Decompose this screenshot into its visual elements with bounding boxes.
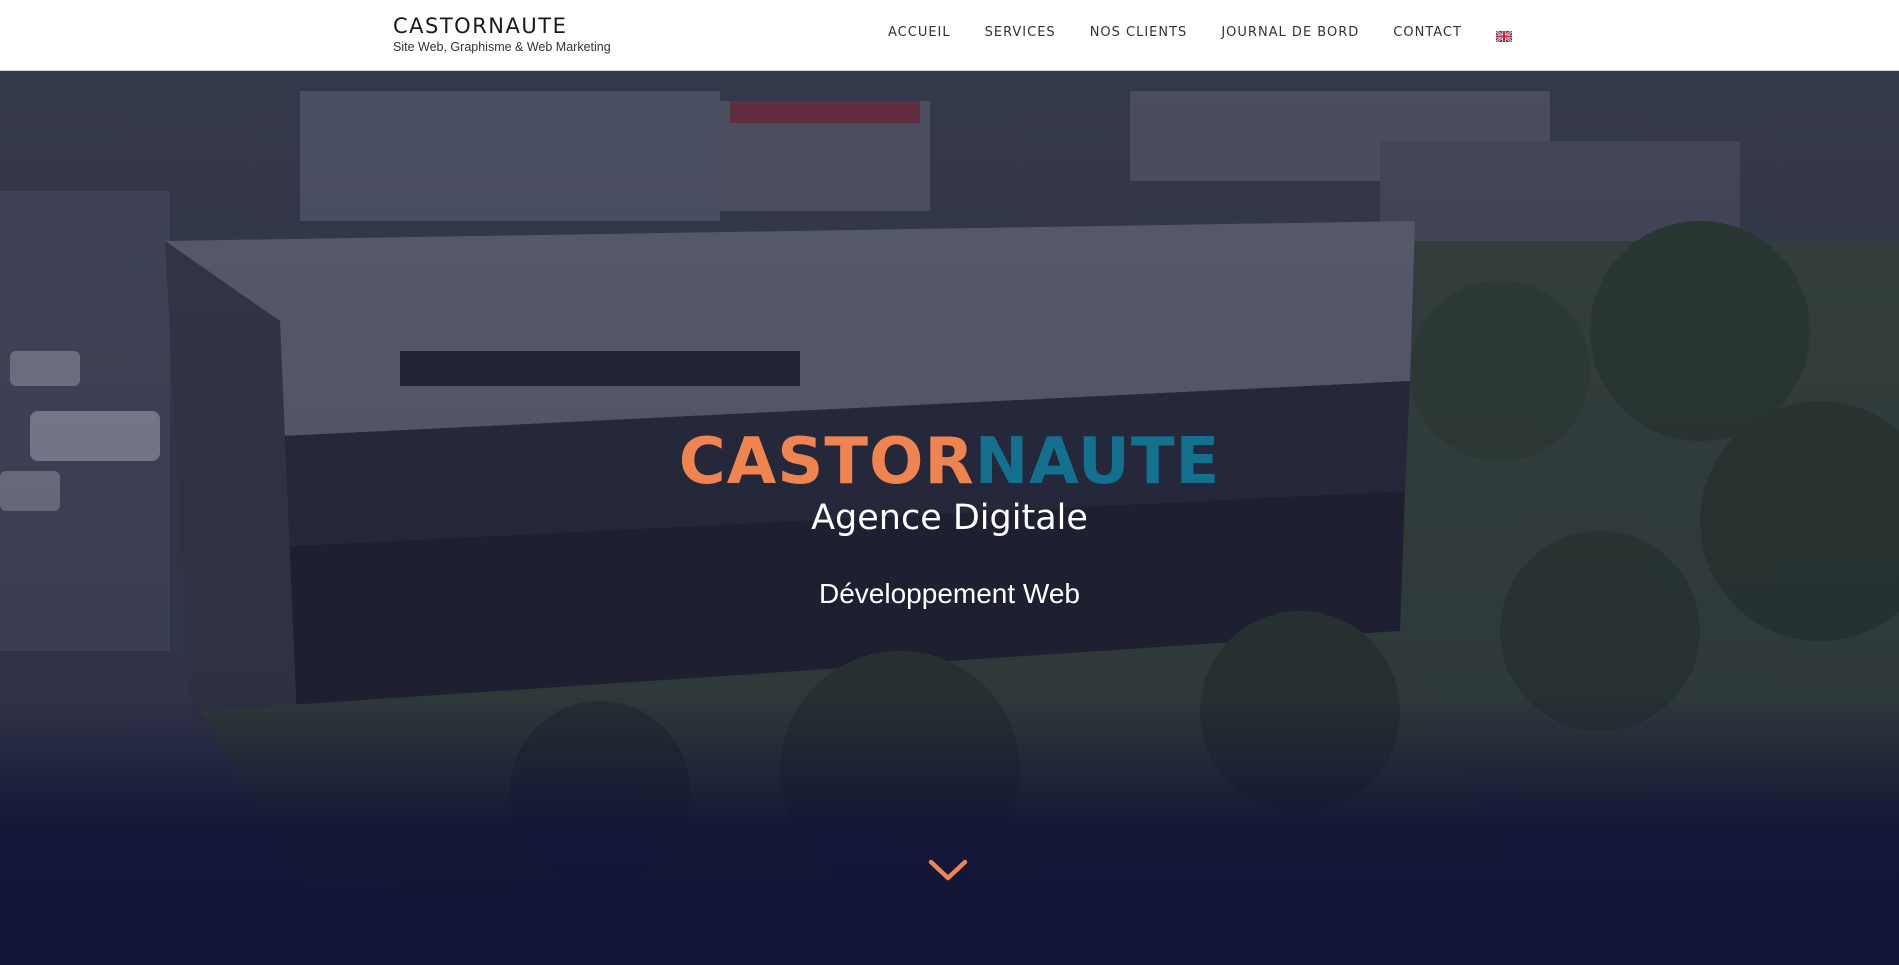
nav-item-nos-clients[interactable]: NOS CLIENTS [1090,24,1188,42]
hero-title: CASTORNAUTE [0,426,1899,498]
nav-item-services[interactable]: SERVICES [985,24,1056,42]
brand-tagline: Site Web, Graphisme & Web Marketing [393,40,611,54]
nav-item-accueil[interactable]: ACCUEIL [888,24,951,42]
main-nav: ACCUEIL SERVICES NOS CLIENTS JOURNAL DE … [888,24,1513,43]
hero-subtitle: Agence Digitale [811,498,1088,538]
nav-item-journal-de-bord[interactable]: JOURNAL DE BORD [1221,24,1359,42]
hero-rotating-text: Développement Web [819,578,1080,609]
nav-item-contact[interactable]: CONTACT [1393,24,1462,42]
brand-title[interactable]: CASTORNAUTE [393,14,611,38]
hero-title-castor: CASTOR [678,425,975,499]
hero-content: CASTORNAUTE Agence Digitale Développemen… [0,426,1899,611]
brand[interactable]: CASTORNAUTE Site Web, Graphisme & Web Ma… [393,14,611,54]
hero-section: CASTORNAUTE Agence Digitale Développemen… [0,71,1899,965]
chevron-down-icon[interactable] [928,859,968,883]
hero-title-naute: NAUTE [974,425,1221,499]
site-header: CASTORNAUTE Site Web, Graphisme & Web Ma… [0,0,1899,71]
uk-flag-icon[interactable] [1495,29,1513,43]
